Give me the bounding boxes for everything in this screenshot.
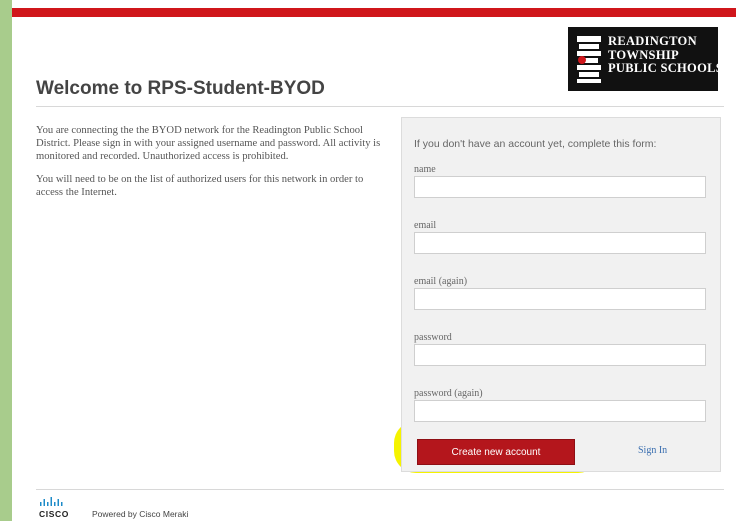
- password-again-input[interactable]: [414, 400, 706, 422]
- logo-text: READINGTON TOWNSHIP PUBLIC SCHOOLS: [608, 34, 723, 76]
- create-account-button[interactable]: Create new account: [417, 439, 575, 465]
- cisco-logo: CISCO: [39, 497, 75, 519]
- email-again-input[interactable]: [414, 288, 706, 310]
- page-title: Welcome to RPS-Student-BYOD: [36, 78, 325, 99]
- password-again-label: password (again): [414, 388, 483, 399]
- email-again-label: email (again): [414, 276, 468, 287]
- cisco-wordmark: CISCO: [39, 509, 69, 519]
- email-label: email: [414, 220, 437, 231]
- intro-text: You are connecting the the BYOD network …: [36, 124, 388, 209]
- logo-line-2: TOWNSHIP: [608, 47, 679, 62]
- form-heading: If you don't have an account yet, comple…: [414, 138, 657, 150]
- school-logo: READINGTON TOWNSHIP PUBLIC SCHOOLS: [568, 27, 723, 91]
- page: READINGTON TOWNSHIP PUBLIC SCHOOLS Welco…: [12, 0, 736, 521]
- footer-divider: [36, 489, 724, 490]
- email-input[interactable]: [414, 232, 706, 254]
- powered-by-text: Powered by Cisco Meraki: [92, 509, 189, 519]
- intro-paragraph-1: You are connecting the the BYOD network …: [36, 125, 381, 162]
- cisco-bars-icon: [40, 497, 63, 506]
- top-accent-bar: [12, 8, 736, 17]
- intro-paragraph-2: You will need to be on the list of autho…: [36, 174, 364, 198]
- name-label: name: [414, 164, 436, 175]
- sign-in-link[interactable]: Sign In: [638, 445, 667, 456]
- signup-form-panel: If you don't have an account yet, comple…: [401, 117, 721, 472]
- title-divider: [36, 106, 724, 107]
- logo-line-3: PUBLIC SCHOOLS: [608, 61, 723, 75]
- logo-line-1: READINGTON: [608, 34, 697, 48]
- schoolhouse-emblem-icon: [574, 32, 604, 86]
- password-input[interactable]: [414, 344, 706, 366]
- password-label: password: [414, 332, 452, 343]
- name-input[interactable]: [414, 176, 706, 198]
